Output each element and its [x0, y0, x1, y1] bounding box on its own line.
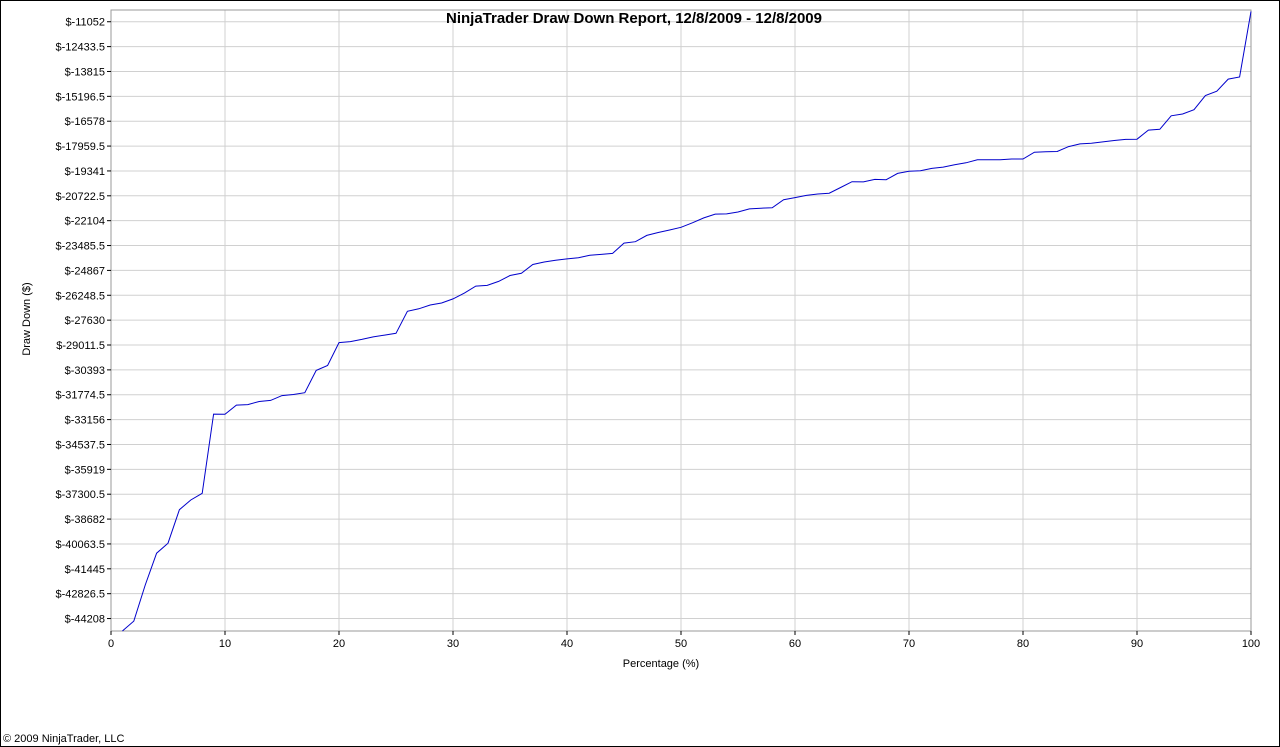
grid-lines [110, 10, 1252, 631]
y-tick-label: $-38682 [65, 514, 105, 526]
chart-title: NinjaTrader Draw Down Report, 12/8/2009 … [446, 10, 822, 27]
y-tick-label: $-29011.5 [56, 340, 105, 352]
x-tick-label: 70 [903, 638, 915, 650]
x-tick-label: 50 [675, 638, 687, 650]
y-tick-label: $-41445 [65, 564, 105, 576]
y-tick-label: $-27630 [65, 315, 105, 327]
y-tick-label: $-13815 [65, 66, 105, 78]
y-tick-label: $-42826.5 [55, 589, 105, 601]
y-tick-label: $-34537.5 [55, 439, 105, 451]
y-axis-ticks: $-11052 $-12433.5 $-13815 $-15196.5 $-16578 $… [55, 17, 111, 626]
x-tick-label: 0 [108, 638, 114, 650]
y-tick-label: $-35919 [65, 464, 105, 476]
y-tick-label: $-19341 [65, 166, 105, 178]
y-tick-label: $-44208 [65, 614, 105, 626]
copyright-footer: © 2009 NinjaTrader, LLC [3, 733, 125, 745]
y-tick-label: $-33156 [65, 415, 105, 427]
y-tick-label: $-11052 [65, 17, 105, 29]
x-axis-label: Percentage (%) [623, 658, 699, 670]
x-tick-label: 30 [447, 638, 459, 650]
x-tick-label: 60 [789, 638, 801, 650]
y-axis-label: Draw Down ($) [21, 282, 33, 355]
x-tick-label: 100 [1242, 638, 1260, 650]
x-tick-label: 40 [561, 638, 573, 650]
y-tick-label: $-15196.5 [55, 91, 105, 103]
y-tick-label: $-22104 [65, 216, 105, 228]
y-tick-label: $-30393 [65, 365, 105, 377]
y-tick-label: $-20722.5 [55, 191, 105, 203]
y-tick-label: $-12433.5 [55, 42, 105, 54]
y-tick-label: $-17959.5 [55, 141, 105, 153]
x-tick-label: 90 [1131, 638, 1143, 650]
y-tick-label: $-23485.5 [55, 241, 105, 253]
x-tick-label: 10 [219, 638, 231, 650]
y-tick-label: $-26248.5 [55, 290, 105, 302]
x-tick-label: 20 [333, 638, 345, 650]
x-axis-ticks: 0 10 20 30 40 50 60 70 80 90 100 [108, 631, 1260, 650]
drawdown-chart: $-11052 $-12433.5 $-13815 $-15196.5 $-16578 $… [21, 9, 1260, 670]
y-tick-label: $-37300.5 [55, 489, 105, 501]
y-tick-label: $-16578 [65, 116, 105, 128]
drawdown-series-line [122, 11, 1252, 632]
y-tick-label: $-40063.5 [55, 539, 105, 551]
y-tick-label: $-24867 [65, 265, 105, 277]
y-tick-label: $-31774.5 [55, 390, 105, 402]
x-tick-label: 80 [1017, 638, 1029, 650]
